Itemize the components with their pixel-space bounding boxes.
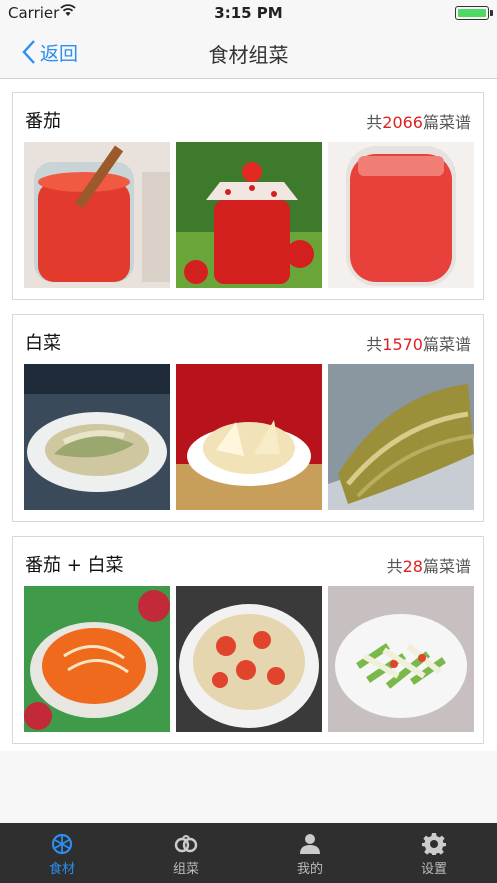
- content-area: 番茄 共2066篇菜谱 白菜 共1570篇菜谱 番茄 + 白菜 共28篇菜谱: [0, 79, 497, 751]
- ingredient-card-combo[interactable]: 番茄 + 白菜 共28篇菜谱: [12, 536, 484, 744]
- profile-icon: [300, 834, 320, 854]
- recipe-thumbnail[interactable]: [176, 364, 322, 510]
- recipe-thumbnail[interactable]: [24, 586, 170, 732]
- combo-icon: [174, 835, 198, 853]
- recipe-thumbnail[interactable]: [24, 142, 170, 288]
- recipe-thumbnail[interactable]: [176, 142, 322, 288]
- battery-icon: [455, 6, 489, 20]
- navigation-bar: 返回 食材组菜: [0, 26, 497, 79]
- recipe-thumbnail[interactable]: [24, 364, 170, 510]
- tab-ingredients[interactable]: 食材: [0, 823, 124, 883]
- recipe-thumbnail[interactable]: [176, 586, 322, 732]
- ingredient-card-tomato[interactable]: 番茄 共2066篇菜谱: [12, 92, 484, 300]
- tab-profile[interactable]: 我的: [248, 823, 372, 883]
- recipe-count: 共28篇菜谱: [386, 557, 471, 576]
- recipe-count: 共1570篇菜谱: [366, 335, 471, 354]
- battery-tip: [490, 10, 493, 16]
- tab-label: 设置: [420, 862, 447, 877]
- tab-label: 组菜: [172, 862, 199, 877]
- card-title: 番茄 + 白菜: [25, 555, 124, 576]
- card-title: 番茄: [25, 111, 61, 132]
- ingredient-card-cabbage[interactable]: 白菜 共1570篇菜谱: [12, 314, 484, 522]
- gear-icon: [422, 833, 446, 855]
- clock: 3:15 PM: [214, 4, 283, 22]
- tab-label: 食材: [48, 862, 75, 877]
- tab-bar: 食材 组菜 我的 设置: [0, 823, 497, 883]
- status-bar: Carrier 3:15 PM: [0, 0, 497, 26]
- recipe-thumbnail[interactable]: [328, 586, 474, 732]
- tab-settings[interactable]: 设置: [372, 823, 496, 883]
- tab-label: 我的: [296, 862, 323, 877]
- recipe-thumbnail[interactable]: [328, 364, 474, 510]
- tab-combo[interactable]: 组菜: [124, 823, 248, 883]
- page-title: 食材组菜: [208, 43, 289, 67]
- ingredients-icon: [51, 833, 73, 855]
- recipe-count: 共2066篇菜谱: [366, 113, 471, 132]
- card-title: 白菜: [25, 333, 61, 354]
- recipe-thumbnail[interactable]: [328, 142, 474, 288]
